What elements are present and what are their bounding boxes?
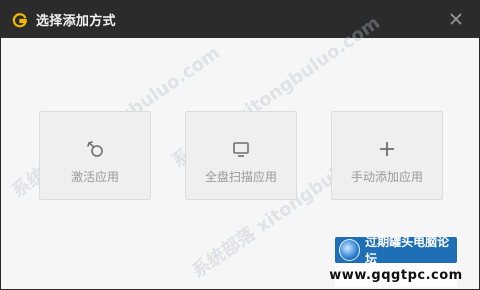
option-activate-app[interactable]: 激活应用 — [39, 111, 151, 200]
app-logo-icon — [12, 12, 28, 28]
option-label: 激活应用 — [70, 170, 119, 184]
activate-app-icon — [85, 139, 105, 159]
option-full-scan[interactable]: 全盘扫描应用 — [185, 111, 297, 200]
add-method-dialog: 选择添加方式 系统部落 xitongbuluo.com 系统部落 xitongb… — [0, 0, 480, 290]
forum-logo-icon — [339, 239, 361, 261]
close-button[interactable] — [447, 10, 465, 28]
forum-watermark-url: www.gqgtpc.com — [329, 263, 462, 287]
option-label: 全盘扫描应用 — [204, 170, 277, 184]
dialog-content: 系统部落 xitongbuluo.com 系统部落 xitongbuluo.co… — [1, 12, 479, 289]
close-icon — [450, 13, 462, 25]
monitor-scan-icon — [231, 139, 251, 159]
option-manual-add[interactable]: 手动添加应用 — [331, 111, 443, 200]
option-cards: 激活应用 全盘扫描应用 手动添加应用 — [39, 111, 443, 200]
title-bar: 选择添加方式 — [1, 1, 479, 38]
option-label: 手动添加应用 — [350, 170, 423, 184]
plus-icon — [377, 139, 397, 159]
forum-watermark-logo: 过期罐头电脑论坛 — [335, 235, 457, 266]
dialog-title: 选择添加方式 — [36, 14, 116, 29]
forum-logo-text: 过期罐头电脑论坛 — [365, 235, 450, 266]
